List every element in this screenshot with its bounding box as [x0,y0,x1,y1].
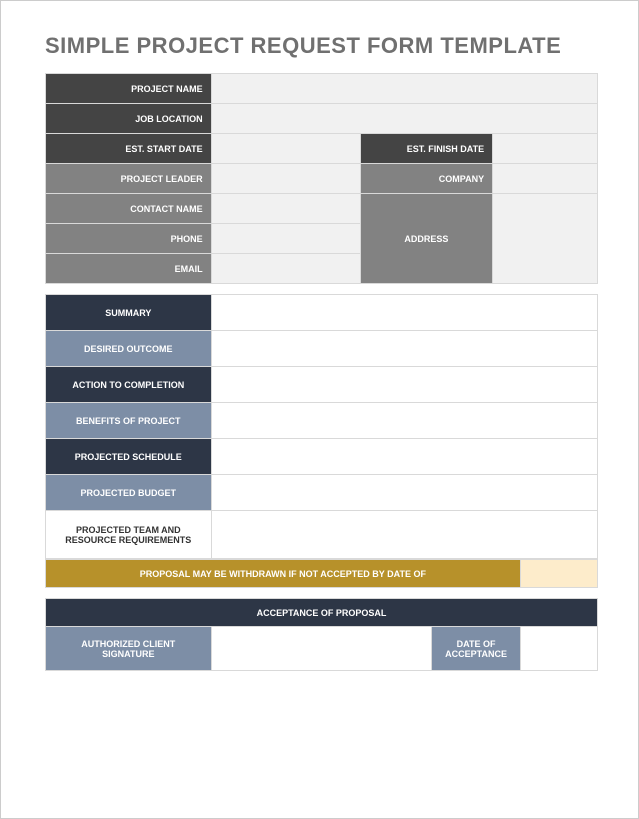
value-job-location[interactable] [211,104,597,134]
label-email: EMAIL [46,254,212,284]
label-signature: AUTHORIZED CLIENT SIGNATURE [46,627,212,671]
value-projected-schedule[interactable] [211,439,597,475]
page: SIMPLE PROJECT REQUEST FORM TEMPLATE PRO… [0,0,639,819]
value-est-finish-date[interactable] [493,134,598,164]
value-company[interactable] [493,164,598,194]
label-est-finish-date: EST. FINISH DATE [360,134,492,164]
value-project-leader[interactable] [211,164,360,194]
label-est-start-date: EST. START DATE [46,134,212,164]
label-summary: SUMMARY [46,295,212,331]
label-acceptance-header: ACCEPTANCE OF PROPOSAL [46,599,598,627]
label-job-location: JOB LOCATION [46,104,212,134]
label-team-resource: PROJECTED TEAM AND RESOURCE REQUIREMENTS [46,511,212,559]
value-phone[interactable] [211,224,360,254]
label-withdrawal-notice: PROPOSAL MAY BE WITHDRAWN IF NOT ACCEPTE… [46,560,521,588]
acceptance-table: ACCEPTANCE OF PROPOSAL AUTHORIZED CLIENT… [45,598,598,671]
label-address: ADDRESS [360,194,492,284]
value-email[interactable] [211,254,360,284]
value-est-start-date[interactable] [211,134,360,164]
value-action-to-completion[interactable] [211,367,597,403]
label-contact-name: CONTACT NAME [46,194,212,224]
header-table: PROJECT NAME JOB LOCATION EST. START DAT… [45,73,598,284]
form-title: SIMPLE PROJECT REQUEST FORM TEMPLATE [45,33,598,59]
label-benefits: BENEFITS OF PROJECT [46,403,212,439]
value-withdrawal-date[interactable] [520,560,597,588]
label-date-acceptance: DATE OF ACCEPTANCE [432,627,520,671]
value-projected-budget[interactable] [211,475,597,511]
label-action-to-completion: ACTION TO COMPLETION [46,367,212,403]
label-project-name: PROJECT NAME [46,74,212,104]
value-address[interactable] [493,194,598,284]
label-company: COMPANY [360,164,492,194]
details-table: SUMMARY DESIRED OUTCOME ACTION TO COMPLE… [45,294,598,559]
value-date-acceptance[interactable] [520,627,597,671]
label-project-leader: PROJECT LEADER [46,164,212,194]
value-team-resource[interactable] [211,511,597,559]
label-projected-budget: PROJECTED BUDGET [46,475,212,511]
value-desired-outcome[interactable] [211,331,597,367]
value-summary[interactable] [211,295,597,331]
label-phone: PHONE [46,224,212,254]
label-desired-outcome: DESIRED OUTCOME [46,331,212,367]
value-project-name[interactable] [211,74,597,104]
value-signature[interactable] [211,627,432,671]
withdrawal-table: PROPOSAL MAY BE WITHDRAWN IF NOT ACCEPTE… [45,559,598,588]
label-projected-schedule: PROJECTED SCHEDULE [46,439,212,475]
value-benefits[interactable] [211,403,597,439]
value-contact-name[interactable] [211,194,360,224]
